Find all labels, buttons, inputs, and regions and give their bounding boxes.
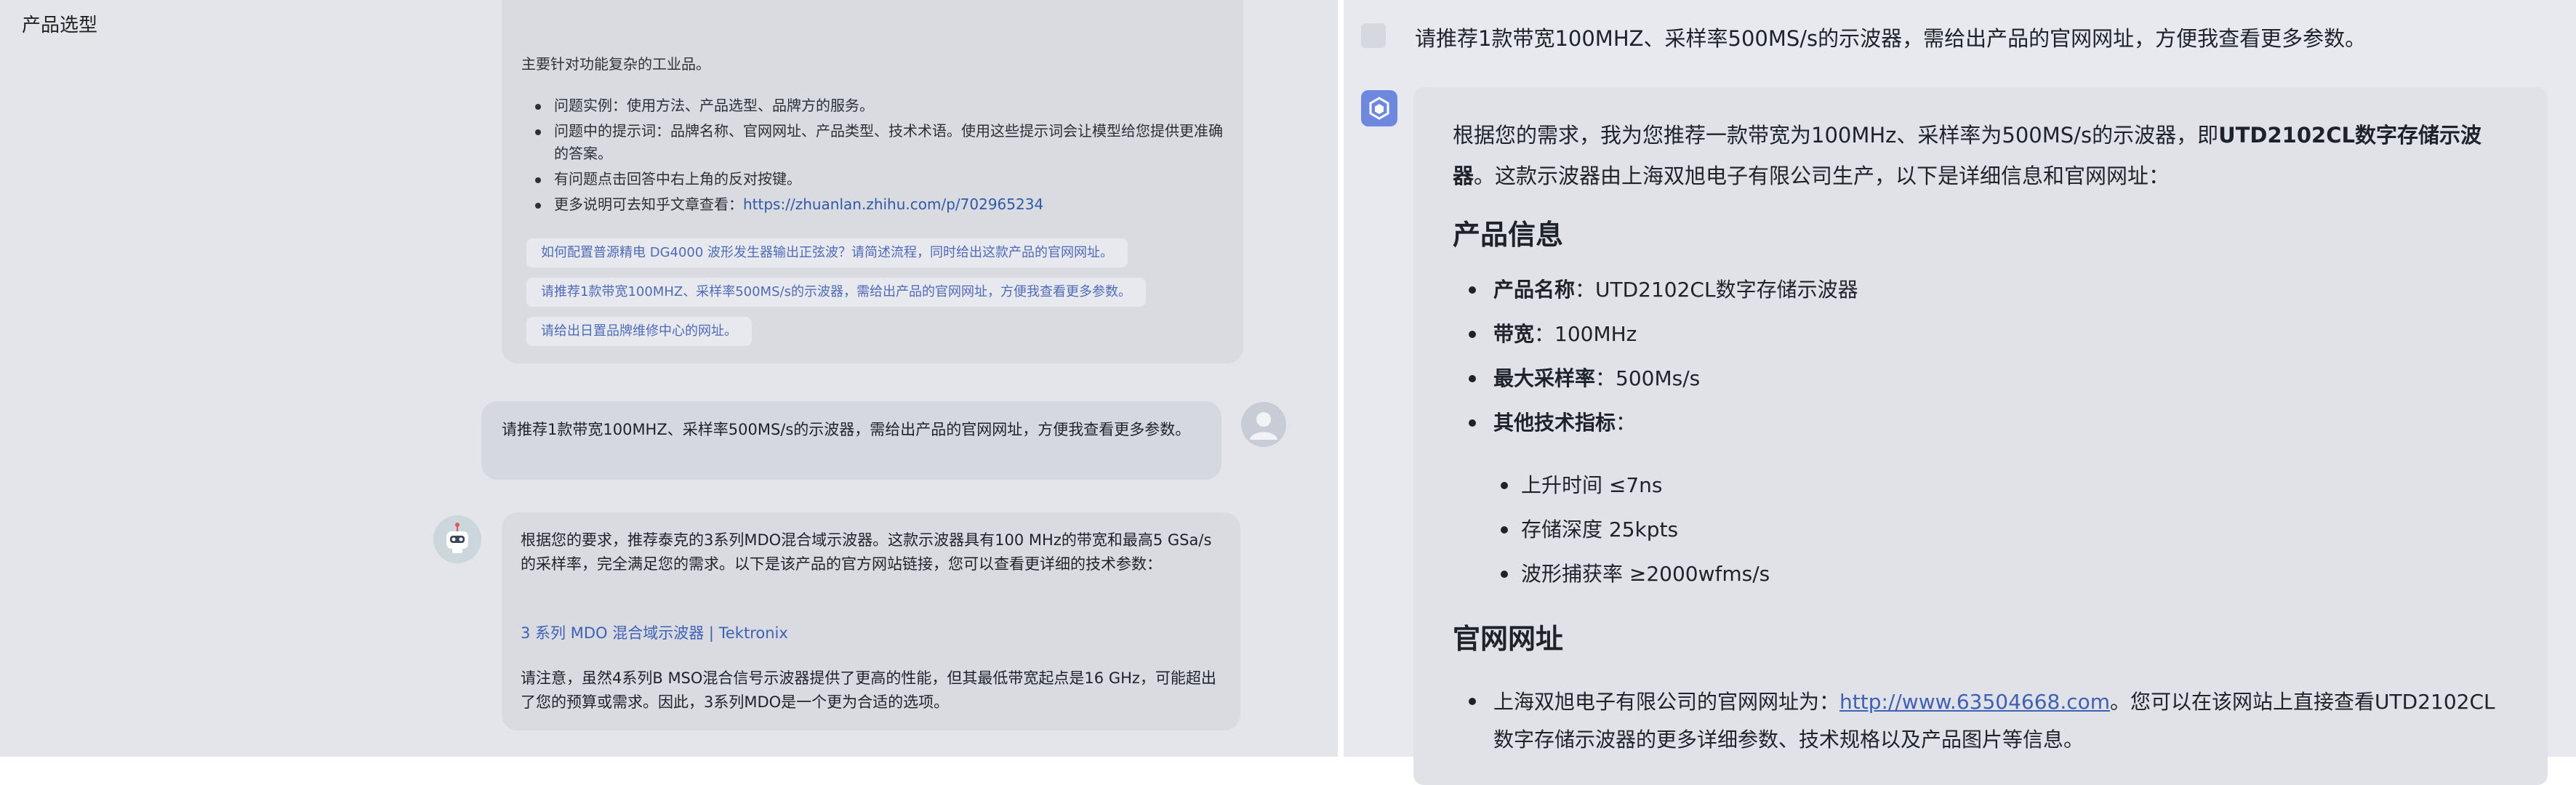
website-item: 上海双旭电子有限公司的官网网址为：http://www.63504668.com… — [1453, 683, 2500, 759]
spec-label: 最大采样率 — [1493, 366, 1596, 390]
section-title-website: 官网网址 — [1453, 623, 1564, 655]
bot-message-note: 请注意，虽然4系列B MSO混合信号示波器提供了更高的性能，但其最低带宽起点是1… — [521, 669, 1216, 711]
bot-message-paragraph: 根据您的要求，推荐泰克的3系列MDO混合域示波器。这款示波器具有100 MHz的… — [521, 531, 1212, 573]
spec-label: 产品名称 — [1493, 278, 1576, 302]
intro-item: 问题中的提示词：品牌名称、官网网址、产品类型、技术术语。使用这些提示词会让模型给… — [516, 120, 1229, 165]
spec-item: 其他技术指标： — [1453, 410, 2471, 436]
user-icon — [1250, 412, 1277, 440]
official-website-link[interactable]: http://www.63504668.com — [1839, 690, 2110, 714]
robot-icon — [446, 523, 468, 553]
suggestion-chip[interactable]: 请给出日置品牌维修中心的网址。 — [526, 317, 752, 346]
answer-intro-tail: 。这款示波器由上海双旭电子有限公司生产，以下是详细信息和官网网址： — [1474, 164, 2170, 188]
website-prefix: 上海双旭电子有限公司的官网网址为： — [1493, 690, 1840, 714]
user-question: 请推荐1款带宽100MHZ、采样率500MS/s的示波器，需给出产品的官网网址，… — [1415, 26, 2367, 51]
answer-intro: 根据您的需求，我为您推荐一款带宽为100MHz、采样率为500MS/s的示波器，… — [1453, 115, 2500, 196]
spec-label: 其他技术指标 — [1493, 411, 1616, 435]
user-message-text: 请推荐1款带宽100MHZ、采样率500MS/s的示波器，需给出产品的官网网址，… — [502, 421, 1191, 438]
spec-label: 带宽 — [1493, 322, 1535, 346]
panel-divider — [1338, 0, 1344, 757]
user-avatar — [1241, 402, 1286, 447]
question-user-icon — [1361, 23, 1386, 48]
suggestion-chip[interactable]: 请推荐1款带宽100MHZ、采样率500MS/s的示波器，需给出产品的官网网址，… — [526, 278, 1146, 307]
spec-list: 产品名称：UTD2102CL数字存储示波器 带宽：100MHz 最大采样率：50… — [1453, 277, 2471, 454]
intro-list: 问题实例：使用方法、产品选型、品牌方的服务。 问题中的提示词：品牌名称、官网网址… — [516, 94, 1229, 219]
page-title: 产品选型 — [22, 15, 98, 36]
spec-item: 最大采样率：500Ms/s — [1453, 366, 2471, 392]
spec-item: 带宽：100MHz — [1453, 321, 2471, 347]
section-title-product-info: 产品信息 — [1453, 219, 1564, 251]
zhihu-link[interactable]: https://zhuanlan.zhihu.com/p/702965234 — [743, 196, 1043, 213]
intro-tail-text: 主要针对功能复杂的工业品。 — [521, 55, 710, 73]
spec-item: 产品名称：UTD2102CL数字存储示波器 — [1453, 277, 2471, 303]
more-prefix: 更多说明可去知乎文章查看： — [554, 196, 743, 213]
intro-item: 问题实例：使用方法、产品选型、品牌方的服务。 — [516, 94, 1229, 117]
bot-avatar — [433, 515, 481, 563]
sub-spec-list: 上升时间 ≤7ns 存储深度 25kpts 波形捕获率 ≥2000wfms/s — [1480, 472, 2353, 605]
tektronix-link[interactable]: 3 系列 MDO 混合域示波器 | Tektronix — [521, 621, 1219, 645]
spec-value: ：100MHz — [1534, 322, 1637, 346]
suggestion-chip[interactable]: 如何配置普源精电 DG4000 波形发生器输出正弦波？请简述流程，同时给出这款产… — [526, 238, 1128, 267]
spec-value: ：UTD2102CL数字存储示波器 — [1575, 278, 1858, 302]
sub-spec-item: 存储深度 25kpts — [1480, 517, 2353, 543]
assistant-logo-icon — [1361, 90, 1397, 126]
intro-item-more: 更多说明可去知乎文章查看：https://zhuanlan.zhihu.com/… — [516, 193, 1229, 216]
spec-value: ： — [1616, 411, 1637, 435]
spec-value: ：500Ms/s — [1595, 366, 1701, 390]
intro-item: 有问题点击回答中右上角的反对按键。 — [516, 168, 1229, 190]
sub-spec-item: 波形捕获率 ≥2000wfms/s — [1480, 561, 2353, 587]
sub-spec-item: 上升时间 ≤7ns — [1480, 472, 2353, 499]
answer-intro-text: 根据您的需求，我为您推荐一款带宽为100MHz、采样率为500MS/s的示波器，… — [1453, 123, 2219, 148]
